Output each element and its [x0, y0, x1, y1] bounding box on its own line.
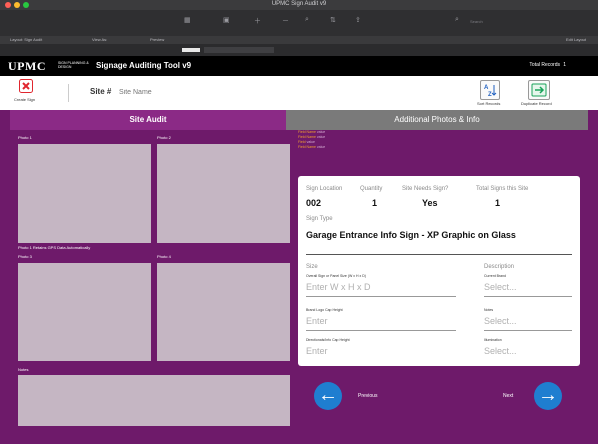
- directional-height-input[interactable]: Enter: [306, 346, 328, 356]
- svg-text:Z: Z: [488, 92, 492, 98]
- layout-selector[interactable]: Layout: Sign Audit: [10, 36, 42, 44]
- app-title: Signage Auditing Tool v9: [96, 61, 192, 70]
- previous-label: Previous: [358, 393, 378, 399]
- show-all-icon[interactable]: ▣: [223, 16, 230, 24]
- search-field[interactable]: Search: [470, 19, 483, 24]
- info-block: Field Name value Field Name value Field …: [298, 130, 325, 150]
- divider: [68, 84, 69, 102]
- overall-size-label: Overall Sign or Panel Size (W x H x D): [306, 274, 366, 278]
- total-signs-value[interactable]: 1: [495, 198, 500, 208]
- app-toolbar: ▦ ▣ ＋ － ⌕ ⇅ ⇪ ⌕ Search: [0, 10, 598, 36]
- window-title: UPMC Sign Audit v9: [271, 1, 327, 7]
- tab-site-audit[interactable]: Site Audit: [10, 110, 286, 130]
- sign-detail-card: Sign Location 002 Quantity 1 Site Needs …: [298, 176, 580, 366]
- photo-3-label: Photo 3: [18, 254, 32, 259]
- command-row: Create Sign Site # A Z Sort Records Dupl…: [0, 76, 598, 111]
- create-sign-button[interactable]: [19, 79, 33, 93]
- new-record-icon[interactable]: ＋: [254, 16, 261, 26]
- view-as-label: View As:: [92, 37, 108, 42]
- layout-bar: Layout: Sign Audit View As: Preview Edit…: [0, 36, 598, 44]
- svg-text:A: A: [484, 85, 489, 91]
- sign-type-value[interactable]: Garage Entrance Info Sign - XP Graphic o…: [306, 230, 516, 240]
- share-icon[interactable]: ⇪: [355, 16, 361, 24]
- arrow-right-icon: →: [538, 384, 558, 406]
- needs-sign-label: Site Needs Sign?: [402, 186, 449, 192]
- divider: [306, 254, 572, 255]
- photo-4-label: Photo 4: [157, 254, 171, 259]
- notes-select-label: Notes: [484, 308, 494, 312]
- create-x-icon: [19, 79, 33, 93]
- photo-2-label: Photo 2: [157, 135, 171, 140]
- duplicate-record-label: Duplicate Record: [521, 101, 552, 106]
- photo-2-container[interactable]: [157, 144, 290, 243]
- divider: [306, 330, 456, 331]
- quantity-label: Quantity: [360, 186, 383, 192]
- formatting-swatch[interactable]: [182, 48, 200, 52]
- size-label: Size: [306, 264, 318, 270]
- photo-1-label: Photo 1: [18, 135, 32, 140]
- next-label: Next: [503, 393, 514, 399]
- illumination-label: Illumination: [484, 338, 502, 342]
- upmc-logo: UPMC: [8, 59, 46, 73]
- app-version: v9: [182, 61, 192, 70]
- formatting-controls[interactable]: [204, 47, 274, 53]
- duplicate-record-button[interactable]: [528, 80, 550, 100]
- create-sign-label: Create Sign: [14, 97, 36, 102]
- illumination-select[interactable]: Select...: [484, 346, 517, 356]
- total-records-label: Total Records: [529, 62, 560, 68]
- previous-button[interactable]: ←: [314, 382, 342, 410]
- current-brand-label: Current Brand: [484, 274, 506, 278]
- total-records-value: 1: [563, 62, 566, 68]
- app-header: UPMC SIGN PLANNING & DESIGN Signage Audi…: [0, 56, 598, 76]
- photo-4-container[interactable]: [157, 263, 290, 361]
- sign-location-value[interactable]: 002: [306, 198, 321, 208]
- photo-1-container[interactable]: [18, 144, 151, 243]
- preview-button[interactable]: Preview: [150, 36, 164, 44]
- brand-height-label: Brand Logo Cap Height: [306, 308, 343, 312]
- quantity-value[interactable]: 1: [372, 198, 377, 208]
- duplicate-arrow-icon: [531, 83, 547, 97]
- notes-label: Notes: [18, 367, 29, 372]
- description-label: Description: [484, 264, 515, 270]
- search-icon[interactable]: ⌕: [455, 16, 459, 24]
- sort-records-button[interactable]: A Z: [480, 80, 500, 100]
- sort-records-label: Sort Records: [477, 101, 501, 106]
- divider: [484, 296, 572, 297]
- site-name-input[interactable]: [119, 86, 239, 98]
- formatting-bar: [0, 44, 598, 56]
- delete-record-icon[interactable]: －: [282, 16, 289, 26]
- sort-icon[interactable]: ⇅: [330, 16, 336, 24]
- brand-height-input[interactable]: Enter: [306, 316, 328, 326]
- arrow-left-icon: ←: [318, 384, 338, 406]
- site-number-label: Site #: [90, 87, 112, 96]
- tab-additional-photos[interactable]: Additional Photos & Info: [286, 110, 588, 130]
- divider: [306, 296, 456, 297]
- records-icon[interactable]: ▦: [184, 16, 191, 24]
- divider: [484, 330, 572, 331]
- next-button[interactable]: →: [534, 382, 562, 410]
- edit-layout-button[interactable]: Edit Layout: [566, 36, 586, 44]
- directional-height-label: Directionals/Info Cap Height: [306, 338, 350, 342]
- logo-subtitle: SIGN PLANNING & DESIGN: [58, 61, 89, 69]
- notes-select[interactable]: Select...: [484, 316, 517, 326]
- sign-type-label: Sign Type: [306, 216, 333, 222]
- total-signs-label: Total Signs this Site: [476, 186, 529, 192]
- sort-az-icon: A Z: [484, 85, 497, 98]
- app-window: UPMC Sign Audit v9 ▦ ▣ ＋ － ⌕ ⇅ ⇪ ⌕ Searc…: [0, 0, 598, 444]
- find-icon[interactable]: ⌕: [305, 16, 309, 24]
- photo-3-container[interactable]: [18, 263, 151, 361]
- title-bar: UPMC Sign Audit v9: [0, 0, 598, 10]
- sign-location-label: Sign Location: [306, 186, 343, 192]
- info-row: Field Name value: [298, 145, 326, 149]
- current-brand-select[interactable]: Select...: [484, 282, 517, 292]
- notes-field[interactable]: [18, 375, 290, 426]
- needs-sign-value[interactable]: Yes: [422, 198, 438, 208]
- gps-note: Photo 1 Retains GPS Data Automatically: [18, 245, 91, 250]
- overall-size-input[interactable]: Enter W x H x D: [306, 282, 371, 292]
